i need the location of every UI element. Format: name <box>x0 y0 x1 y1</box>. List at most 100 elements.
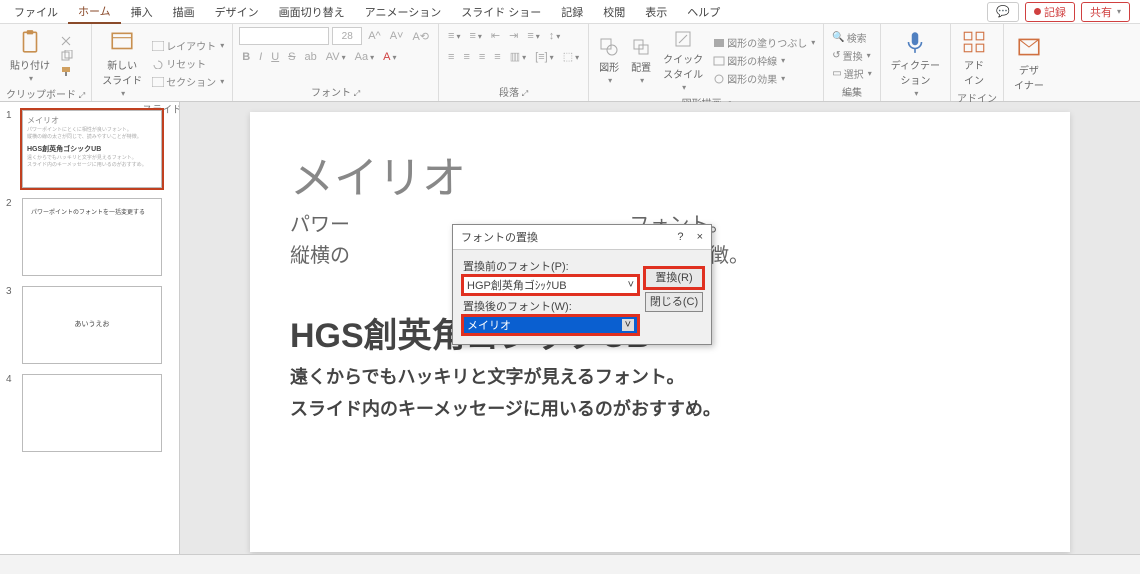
align-text-button[interactable]: [≡]▾ <box>532 49 557 65</box>
combo-value: HGP創英角ゴｼｯｸUB <box>467 277 567 293</box>
slide-thumbnail-4[interactable] <box>22 374 162 452</box>
line-spacing-button[interactable]: ≡▾ <box>524 28 542 44</box>
chevron-down-icon: ˅ <box>622 319 634 331</box>
smartart-button[interactable]: ⬚▾ <box>560 48 582 65</box>
text-direction-button[interactable]: ↕▾ <box>546 28 564 44</box>
font-name-combo[interactable] <box>239 27 329 45</box>
tab-record[interactable]: 記録 <box>551 1 593 23</box>
new-slide-button[interactable]: 新しい スライド ▾ <box>98 27 146 100</box>
shape-outline-button[interactable]: 図形の枠線▾ <box>711 52 817 69</box>
arrange-button[interactable]: 配置▾ <box>627 35 655 87</box>
format-painter-button[interactable] <box>58 64 76 78</box>
dialog-close-button[interactable]: × <box>697 231 703 243</box>
clear-format-button[interactable]: A⟲ <box>409 28 432 45</box>
comments-button[interactable]: 💬 <box>987 2 1019 22</box>
bullets-button[interactable]: ≡▾ <box>445 28 463 44</box>
spacing-button[interactable]: AV▾ <box>323 49 349 65</box>
indent-dec-button[interactable]: ⇤ <box>488 27 503 44</box>
replace-execute-button[interactable]: 置換(R) <box>645 268 703 288</box>
replace-button[interactable]: ↺置換▾ <box>830 47 873 64</box>
align-left-button[interactable]: ≡ <box>445 49 457 65</box>
shape-effects-button[interactable]: 図形の効果▾ <box>711 70 817 87</box>
shapes-button[interactable]: 図形▾ <box>595 35 623 87</box>
justify-button[interactable]: ≡ <box>491 49 503 65</box>
slide-thumbnail-2[interactable]: パワーポイントのフォントを一括変更する <box>22 198 162 276</box>
thumb-text: あいうえお <box>27 291 157 329</box>
thumb-number: 1 <box>6 110 16 188</box>
layout-button[interactable]: レイアウト▾ <box>150 37 226 54</box>
underline-button[interactable]: U <box>268 49 282 65</box>
tab-view[interactable]: 表示 <box>635 1 677 23</box>
tab-home[interactable]: ホーム <box>68 0 121 24</box>
group-label: 編集 <box>830 83 873 100</box>
strike-button[interactable]: S <box>285 49 298 65</box>
fill-icon <box>713 38 725 48</box>
group-clipboard: 貼り付け ▾ クリップボード ⤢ <box>0 24 92 101</box>
microphone-icon <box>902 29 928 55</box>
share-label: 共有 <box>1090 4 1112 20</box>
designer-button[interactable]: デザ イナー <box>1010 32 1048 94</box>
designer-icon <box>1016 34 1042 60</box>
addins-button[interactable]: アド イン <box>957 27 991 89</box>
find-button[interactable]: 🔍検索 <box>830 29 873 46</box>
brush-icon <box>60 65 74 77</box>
chevron-down-icon: ˅ <box>628 279 634 291</box>
slide-thumbnail-1[interactable]: メイリオ パワーポイントにとくに相性が良いフォント。 縦横の線の太さが同じで、読… <box>22 110 162 188</box>
group-label: 段落 ⤢ <box>445 83 582 100</box>
thumb-text: パワーポイントにとくに相性が良いフォント。 <box>27 126 157 133</box>
ribbon-tabs: ファイル ホーム 挿入 描画 デザイン 画面切り替え アニメーション スライド … <box>0 0 1140 24</box>
slide-heading-1: メイリオ <box>290 142 1030 206</box>
tab-insert[interactable]: 挿入 <box>121 1 163 23</box>
replace-from-combo[interactable]: HGP創英角ゴｼｯｸUB ˅ <box>463 276 638 294</box>
tab-transitions[interactable]: 画面切り替え <box>269 1 355 23</box>
tab-design[interactable]: デザイン <box>205 1 269 23</box>
slide-bold-text: スライド内のキーメッセージに用いるのがおすすめ。 <box>290 395 1030 421</box>
group-label: フォント ⤢ <box>239 83 432 100</box>
ribbon: 貼り付け ▾ クリップボード ⤢ 新しい スライド ▾ レイア <box>0 24 1140 102</box>
chevron-down-icon: ▾ <box>1117 7 1121 16</box>
share-button[interactable]: 共有 ▾ <box>1081 2 1130 22</box>
font-color-button[interactable]: A▾ <box>380 49 399 65</box>
dialog-titlebar: フォントの置換 ? × <box>453 225 711 250</box>
select-button[interactable]: ▭選択▾ <box>830 65 873 82</box>
record-button[interactable]: 記録 <box>1025 2 1075 22</box>
cut-button[interactable] <box>58 34 76 48</box>
increase-font-button[interactable]: A^ <box>365 28 384 44</box>
clipboard-icon <box>17 29 43 55</box>
bold-button[interactable]: B <box>239 49 253 65</box>
group-label <box>1010 98 1048 100</box>
shadow-button[interactable]: ab <box>302 49 320 65</box>
shape-fill-button[interactable]: 図形の塗りつぶし▾ <box>711 34 817 51</box>
dialog-close-action-button[interactable]: 閉じる(C) <box>645 292 703 312</box>
tab-review[interactable]: 校閲 <box>593 1 635 23</box>
section-button[interactable]: セクション▾ <box>150 73 226 90</box>
italic-button[interactable]: I <box>256 49 265 65</box>
decrease-font-button[interactable]: A˅ <box>387 28 407 44</box>
group-label: クリップボード ⤢ <box>6 85 85 102</box>
font-size-combo[interactable] <box>332 27 362 45</box>
align-right-button[interactable]: ≡ <box>476 49 488 65</box>
tab-slideshow[interactable]: スライド ショー <box>451 1 551 23</box>
paste-button[interactable]: 貼り付け ▾ <box>6 27 54 85</box>
tab-help[interactable]: ヘルプ <box>677 1 730 23</box>
tab-file[interactable]: ファイル <box>4 1 68 23</box>
thumb-text: 縦横の線の太さが同じで、読みやすいことが特徴。 <box>27 133 157 140</box>
dialog-help-button[interactable]: ? <box>677 231 683 243</box>
chevron-down-icon: ▾ <box>29 74 33 83</box>
numbering-button[interactable]: ≡▾ <box>466 28 484 44</box>
copy-button[interactable] <box>58 49 76 63</box>
columns-button[interactable]: ▥▾ <box>507 48 529 65</box>
align-center-button[interactable]: ≡ <box>460 49 472 65</box>
new-slide-icon <box>109 29 135 55</box>
slide-bold-text: 遠くからでもハッキリと文字が見えるフォント。 <box>290 363 1030 389</box>
combo-value: メイリオ <box>467 317 511 333</box>
replace-to-combo[interactable]: メイリオ ˅ <box>463 316 638 334</box>
dictate-button[interactable]: ディクテー ション▾ <box>887 27 944 100</box>
quick-styles-button[interactable]: クイック スタイル▾ <box>659 27 707 94</box>
case-button[interactable]: Aa▾ <box>352 49 377 65</box>
indent-inc-button[interactable]: ⇥ <box>506 27 521 44</box>
slide-thumbnail-3[interactable]: あいうえお <box>22 286 162 364</box>
tab-animations[interactable]: アニメーション <box>355 1 452 23</box>
tab-draw[interactable]: 描画 <box>163 1 205 23</box>
reset-button[interactable]: リセット <box>150 55 226 72</box>
